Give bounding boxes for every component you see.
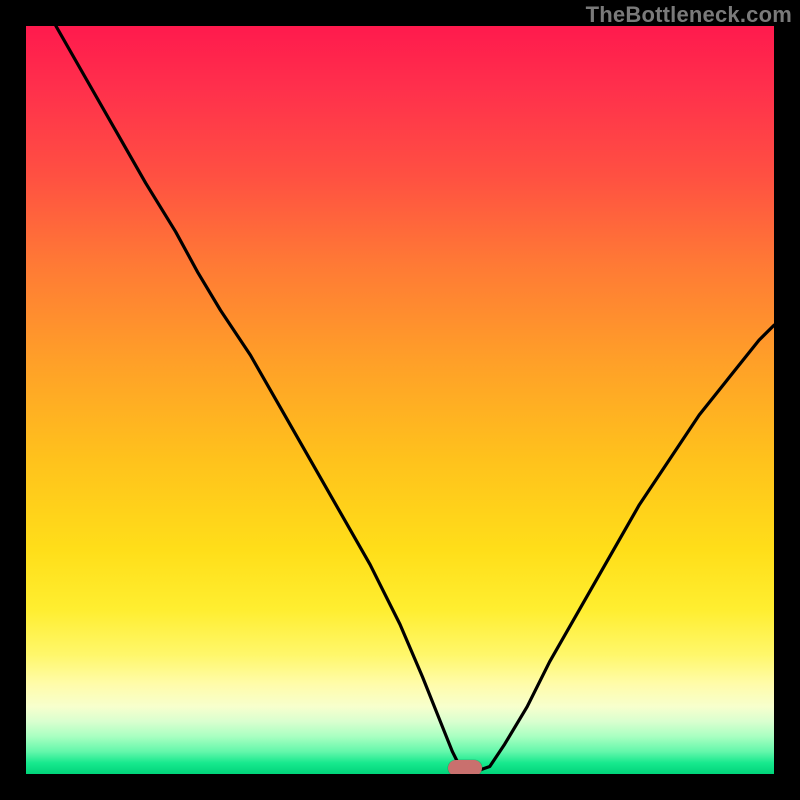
chart-frame: TheBottleneck.com [0, 0, 800, 800]
watermark-text: TheBottleneck.com [586, 2, 792, 28]
bottleneck-curve [56, 26, 774, 772]
plot-area [26, 26, 774, 774]
curve-svg [26, 26, 774, 774]
optimal-marker [448, 760, 482, 774]
